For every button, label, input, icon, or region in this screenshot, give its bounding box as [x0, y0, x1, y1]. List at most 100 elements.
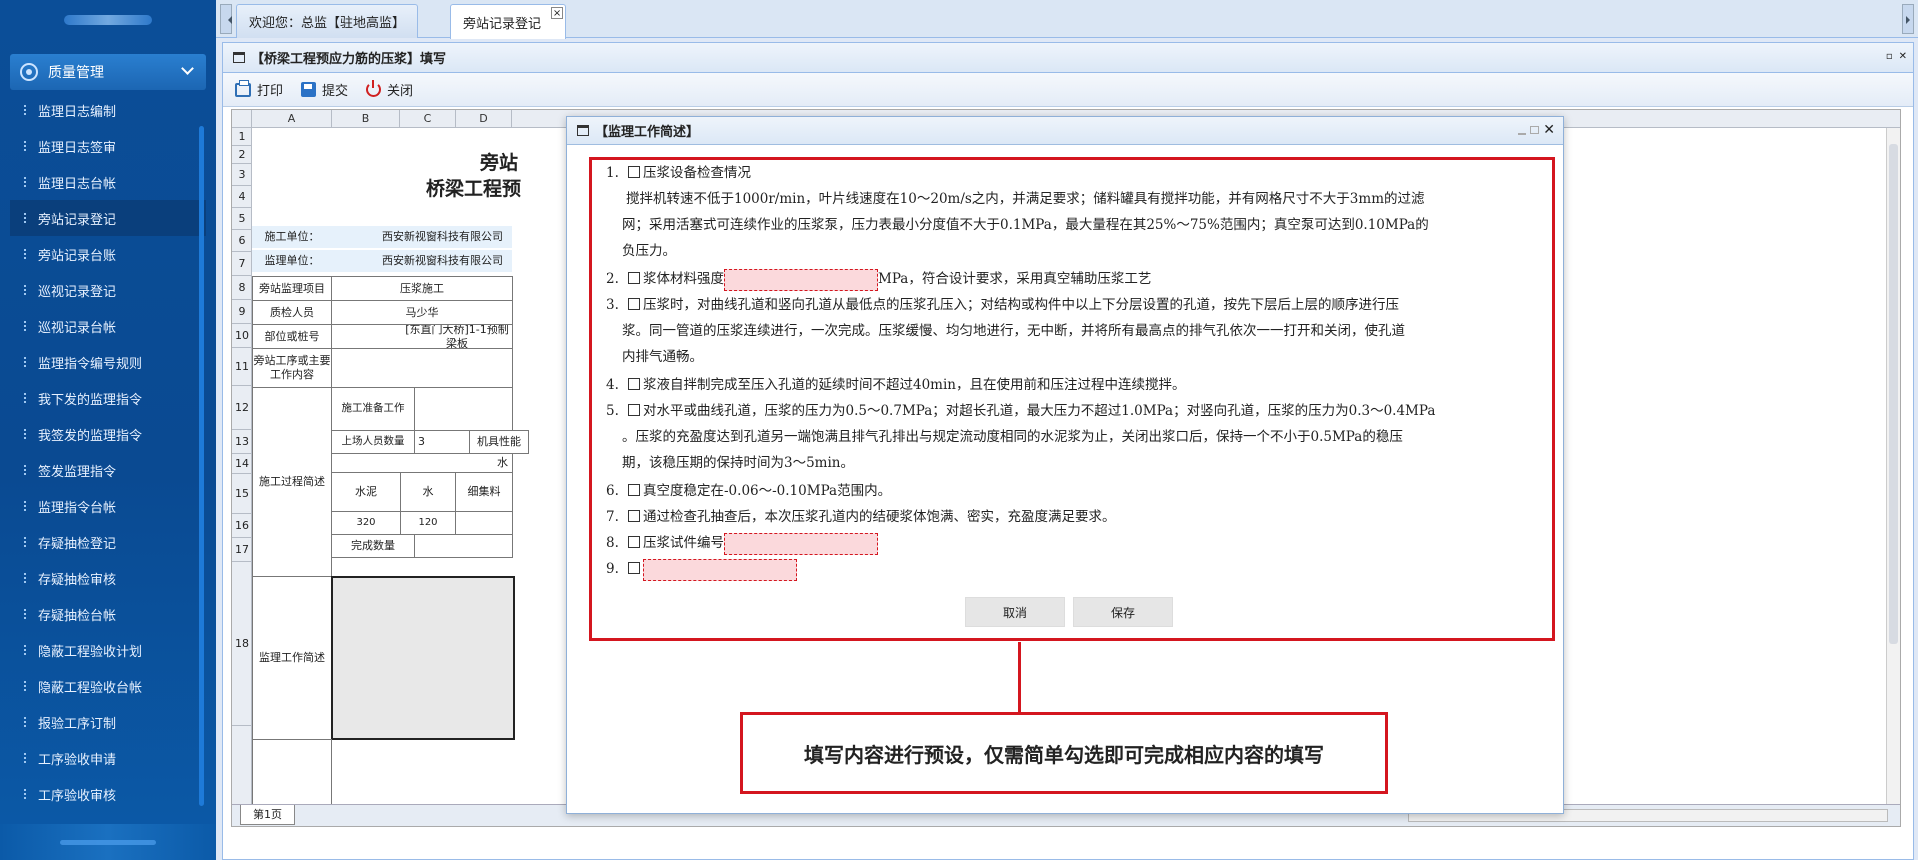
staff-count-value[interactable]: 3: [414, 430, 470, 454]
checkbox[interactable]: [628, 378, 640, 390]
row-header[interactable]: 2: [232, 146, 252, 164]
tab-bar: 欢迎您：总监【驻地高监】 旁站记录登记 ×: [216, 0, 1918, 39]
sheet-tab-page1[interactable]: 第1页: [240, 805, 295, 825]
row-header[interactable]: 11: [232, 348, 252, 386]
checkbox[interactable]: [628, 272, 640, 284]
cement-value[interactable]: 320: [331, 511, 401, 535]
sidebar-item[interactable]: 巡视记录台帐: [10, 308, 206, 344]
checkbox[interactable]: [628, 536, 640, 548]
row-header[interactable]: 8: [232, 276, 252, 300]
cancel-button[interactable]: 取消: [965, 597, 1065, 627]
close-button[interactable]: 关闭: [366, 80, 413, 99]
project-value[interactable]: 压浆施工: [331, 276, 513, 301]
sidebar-item[interactable]: 报验工序订制: [10, 704, 206, 740]
checkbox[interactable]: [628, 562, 640, 574]
row-header[interactable]: 17: [232, 538, 252, 562]
close-icon[interactable]: ✕: [1543, 123, 1555, 137]
sidebar-item[interactable]: 隐蔽工程验收台帐: [10, 668, 206, 704]
maximize-icon[interactable]: [1530, 126, 1540, 134]
sidebar-item[interactable]: 存疑抽检登记: [10, 524, 206, 560]
water-label: 水: [400, 472, 456, 512]
close-icon[interactable]: ×: [551, 7, 564, 19]
close-icon[interactable]: ✕: [1899, 51, 1907, 63]
supervision-summary-cell[interactable]: [331, 576, 515, 740]
row-header[interactable]: 16: [232, 514, 252, 538]
process-value[interactable]: [331, 348, 513, 388]
row-header[interactable]: 10: [232, 324, 252, 348]
column-header[interactable]: A: [252, 110, 332, 128]
row-header[interactable]: 9: [232, 300, 252, 324]
checkbox[interactable]: [628, 298, 640, 310]
finished-qty-value[interactable]: [414, 534, 513, 558]
sidebar-item-label: 隐蔽工程验收台帐: [38, 680, 143, 696]
list-item-8: 8. 压浆试件编号: [606, 530, 878, 556]
machine-label: 机具性能: [469, 430, 529, 454]
custom-item-input[interactable]: [643, 558, 797, 581]
list-item-4: 4. 浆液自拌制完成至压入孔道的延续时间不超过40min，且在使用前和压注过程中连…: [606, 377, 1186, 393]
restore-icon[interactable]: ▫: [1886, 51, 1893, 63]
sidebar-item[interactable]: 存疑抽检台帐: [10, 596, 206, 632]
checkbox[interactable]: [628, 166, 640, 178]
submit-button[interactable]: 提交: [301, 80, 348, 99]
list-item-1: 1. 压浆设备检查情况: [606, 165, 751, 181]
construction-unit-value[interactable]: 西安新视窗科技有限公司: [332, 226, 512, 248]
sidebar-item[interactable]: 签发监理指令: [10, 452, 206, 488]
tab-station-record[interactable]: 旁站记录登记 ×: [450, 4, 567, 39]
row-header[interactable]: 5: [232, 208, 252, 230]
list-item-5: 5. 对水平或曲线孔道，压浆的压力为0.5～0.7MPa；对超长孔道，最大压力不超…: [606, 403, 1436, 419]
close-label: 关闭: [387, 84, 414, 99]
sidebar-item[interactable]: 监理指令编号规则: [10, 344, 206, 380]
supervision-unit-value[interactable]: 西安新视窗科技有限公司: [332, 250, 512, 272]
sidebar-item[interactable]: 我签发的监理指令: [10, 416, 206, 452]
tab-scroll-right[interactable]: [1902, 4, 1914, 34]
sidebar-item[interactable]: 旁站记录台账: [10, 236, 206, 272]
row-header[interactable]: 14: [232, 454, 252, 474]
prep-work-value[interactable]: [414, 387, 513, 431]
checkbox[interactable]: [628, 484, 640, 496]
aggregate-value[interactable]: [455, 511, 513, 535]
inspector-value[interactable]: 马少华: [331, 300, 513, 325]
row-header[interactable]: 15: [232, 474, 252, 514]
menu-group-quality[interactable]: 质量管理: [10, 54, 206, 90]
checkbox[interactable]: [628, 510, 640, 522]
sheet-vertical-scrollbar[interactable]: [1886, 128, 1900, 806]
water-value[interactable]: 120: [400, 511, 456, 535]
sidebar-scrollbar[interactable]: [199, 126, 204, 806]
minimize-icon[interactable]: [1518, 133, 1527, 135]
sidebar-item[interactable]: 存疑抽检审核: [10, 560, 206, 596]
sidebar-item[interactable]: 监理日志签审: [10, 128, 206, 164]
sidebar-item[interactable]: 旁站记录登记: [10, 200, 206, 236]
print-button[interactable]: 打印: [235, 79, 283, 99]
strength-input[interactable]: [724, 268, 878, 291]
column-header[interactable]: D: [456, 110, 512, 128]
sidebar-item[interactable]: 隐蔽工程验收计划: [10, 632, 206, 668]
chevron-down-icon[interactable]: [181, 62, 194, 75]
sidebar-item[interactable]: 巡视记录登记: [10, 272, 206, 308]
sidebar-item[interactable]: 监理指令台帐: [10, 488, 206, 524]
sidebar-item[interactable]: 监理日志台帐: [10, 164, 206, 200]
panel-header: 【桥梁工程预应力筋的压浆】填写 ▫ ✕: [223, 43, 1913, 73]
column-header[interactable]: C: [400, 110, 456, 128]
sidebar-item-label: 工序验收审核: [38, 788, 117, 804]
dialog-header[interactable]: 【监理工作简述】 ✕: [567, 117, 1563, 145]
sidebar-item-label: 监理日志签审: [38, 140, 117, 156]
row-header[interactable]: 1: [232, 128, 252, 146]
save-button[interactable]: 保存: [1073, 597, 1173, 627]
row-header[interactable]: 4: [232, 186, 252, 208]
checkbox[interactable]: [628, 404, 640, 416]
row-header[interactable]: 6: [232, 230, 252, 252]
row-header[interactable]: 13: [232, 430, 252, 454]
tab-welcome[interactable]: 欢迎您：总监【驻地高监】: [236, 4, 419, 38]
sidebar-item[interactable]: 我下发的监理指令: [10, 380, 206, 416]
row-header[interactable]: 7: [232, 252, 252, 276]
column-header[interactable]: B: [332, 110, 400, 128]
specimen-number-input[interactable]: [724, 532, 878, 555]
location-value[interactable]: [东直门大桥]1-1预制梁板: [331, 324, 513, 349]
sidebar-item[interactable]: 工序验收申请: [10, 740, 206, 776]
sidebar-item[interactable]: 工序验收审核: [10, 776, 206, 812]
tab-scroll-left[interactable]: [220, 4, 232, 34]
row-header[interactable]: 3: [232, 164, 252, 186]
row-header[interactable]: 18: [232, 562, 252, 726]
row-header[interactable]: 12: [232, 386, 252, 430]
sidebar-item[interactable]: 监理日志编制: [10, 92, 206, 128]
